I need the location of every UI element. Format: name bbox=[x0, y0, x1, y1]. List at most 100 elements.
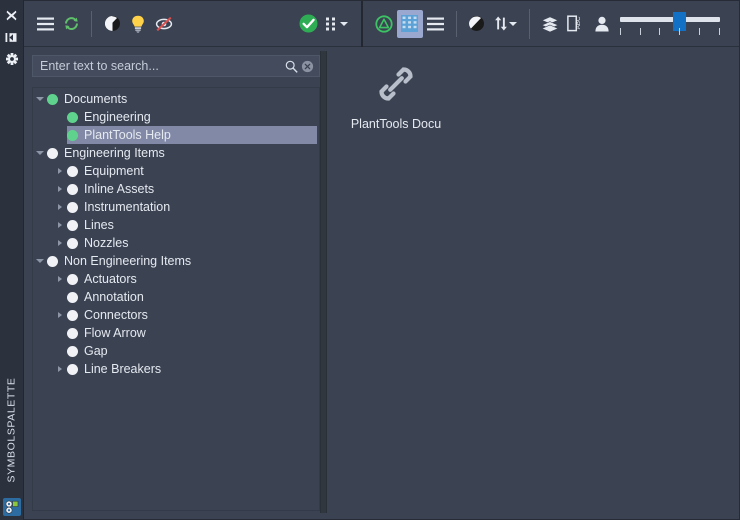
chevron-right-icon[interactable] bbox=[53, 234, 67, 252]
tree-item[interactable]: PlantTools Help bbox=[33, 126, 319, 144]
tree-item-label: Engineering Items bbox=[64, 146, 165, 160]
tree-item-label: Flow Arrow bbox=[84, 326, 146, 340]
tree-item-bullet-icon bbox=[47, 147, 58, 159]
tree-item-bullet-icon bbox=[67, 129, 78, 141]
grid-options-button[interactable] bbox=[321, 10, 353, 38]
chevron-right-icon[interactable] bbox=[53, 306, 67, 324]
chevron-right-icon[interactable] bbox=[53, 198, 67, 216]
tree-item-label: PlantTools Help bbox=[84, 128, 171, 142]
chevron-right-icon[interactable] bbox=[53, 162, 67, 180]
tree-pane: Documents Engineering PlantTools Help Engin… bbox=[24, 47, 320, 519]
person-icon[interactable] bbox=[589, 10, 615, 38]
tree-item[interactable]: Equipment bbox=[33, 162, 319, 180]
svg-text:ABC: ABC bbox=[575, 16, 582, 29]
tree-item-bullet-icon bbox=[67, 111, 78, 123]
toolbar-separator bbox=[528, 8, 530, 39]
close-icon[interactable] bbox=[0, 4, 23, 26]
zoom-slider-track[interactable] bbox=[619, 16, 721, 22]
tree-item-label: Instrumentation bbox=[84, 200, 171, 214]
tree-item-bullet-icon bbox=[67, 183, 78, 195]
symbol-palette-icon[interactable] bbox=[3, 498, 21, 516]
tree-item-bullet-icon bbox=[67, 237, 78, 249]
tile-view-button[interactable] bbox=[396, 9, 423, 38]
tree-item[interactable]: Nozzles bbox=[33, 234, 319, 252]
tree-item[interactable]: Inline Assets bbox=[33, 180, 319, 198]
chevron-down-icon bbox=[509, 21, 518, 26]
tree-item[interactable]: Flow Arrow bbox=[33, 324, 319, 342]
tree-item-label: Documents bbox=[64, 92, 128, 106]
tree-item-label: Inline Assets bbox=[84, 182, 155, 196]
clear-circle-icon[interactable] bbox=[299, 58, 315, 74]
toolbar: ABC bbox=[24, 1, 739, 47]
light-bulb-icon[interactable] bbox=[125, 10, 151, 38]
menu-button[interactable] bbox=[32, 10, 58, 38]
tree-item[interactable]: Engineering Items bbox=[33, 144, 319, 162]
list-view-button[interactable] bbox=[423, 10, 449, 38]
chevron-down-icon[interactable] bbox=[33, 252, 47, 270]
crossed-out-eye-icon[interactable] bbox=[151, 10, 177, 38]
search-icon[interactable] bbox=[283, 58, 299, 74]
document-tile-label: PlantTools Docu bbox=[350, 117, 442, 131]
chevron-right-icon[interactable] bbox=[53, 216, 67, 234]
tree-item[interactable]: Documents bbox=[33, 90, 319, 108]
tree-item-bullet-icon bbox=[67, 273, 78, 285]
tree-item[interactable]: Connectors bbox=[33, 306, 319, 324]
settings-gear-icon[interactable] bbox=[0, 48, 23, 70]
refresh-button[interactable] bbox=[58, 10, 84, 38]
symbol-tree[interactable]: Documents Engineering PlantTools Help Engin… bbox=[32, 87, 320, 511]
chevron-down-icon bbox=[340, 21, 348, 26]
tree-item[interactable]: Annotation bbox=[33, 288, 319, 306]
chevron-right-icon[interactable] bbox=[53, 180, 67, 198]
tree-item-bullet-icon bbox=[47, 93, 58, 105]
tree-item-label: Nozzles bbox=[84, 236, 129, 250]
chevron-right-icon[interactable] bbox=[53, 360, 67, 378]
tree-item[interactable]: Line Breakers bbox=[33, 360, 319, 378]
tree-item-label: Connectors bbox=[84, 308, 148, 322]
dock-pin-icon[interactable] bbox=[0, 26, 23, 48]
validate-button[interactable] bbox=[295, 10, 321, 38]
toolbar-group-tools: ABC bbox=[537, 10, 615, 38]
symbol-palette-window: SYMBOLSPALETTE ABC Enter text to search.… bbox=[0, 0, 740, 520]
search-input[interactable] bbox=[40, 59, 283, 73]
layers-button[interactable] bbox=[537, 10, 563, 38]
contrast-toggle-button[interactable] bbox=[464, 10, 490, 38]
sort-button[interactable] bbox=[490, 10, 522, 38]
tree-item[interactable]: Actuators bbox=[33, 270, 319, 288]
tree-item[interactable]: Lines bbox=[33, 216, 319, 234]
abc-page-icon[interactable]: ABC bbox=[563, 10, 589, 38]
chevron-down-icon[interactable] bbox=[33, 144, 47, 162]
tree-item[interactable]: Engineering bbox=[33, 108, 319, 126]
contrast-button[interactable] bbox=[99, 10, 125, 38]
tree-item[interactable]: Instrumentation bbox=[33, 198, 319, 216]
shape-view-button[interactable] bbox=[371, 10, 397, 38]
window-body: Documents Engineering PlantTools Help Engin… bbox=[24, 47, 739, 519]
tree-item-label: Engineering bbox=[84, 110, 151, 124]
pane-splitter[interactable] bbox=[320, 51, 327, 513]
chevron-right-icon[interactable] bbox=[53, 270, 67, 288]
search-bar[interactable] bbox=[32, 55, 320, 77]
chevron-down-icon[interactable] bbox=[33, 90, 47, 108]
tree-item[interactable]: Gap bbox=[33, 342, 319, 360]
content-pane[interactable]: PlantTools Docu bbox=[327, 47, 739, 519]
tree-item-bullet-icon bbox=[47, 255, 58, 267]
tree-item-bullet-icon bbox=[67, 201, 78, 213]
toolbar-separator bbox=[455, 10, 457, 37]
document-tile[interactable]: PlantTools Docu bbox=[341, 61, 451, 131]
tree-item-bullet-icon bbox=[67, 309, 78, 321]
tree-item-bullet-icon bbox=[67, 165, 78, 177]
tree-item[interactable]: Non Engineering Items bbox=[33, 252, 319, 270]
zoom-slider[interactable] bbox=[615, 7, 725, 41]
